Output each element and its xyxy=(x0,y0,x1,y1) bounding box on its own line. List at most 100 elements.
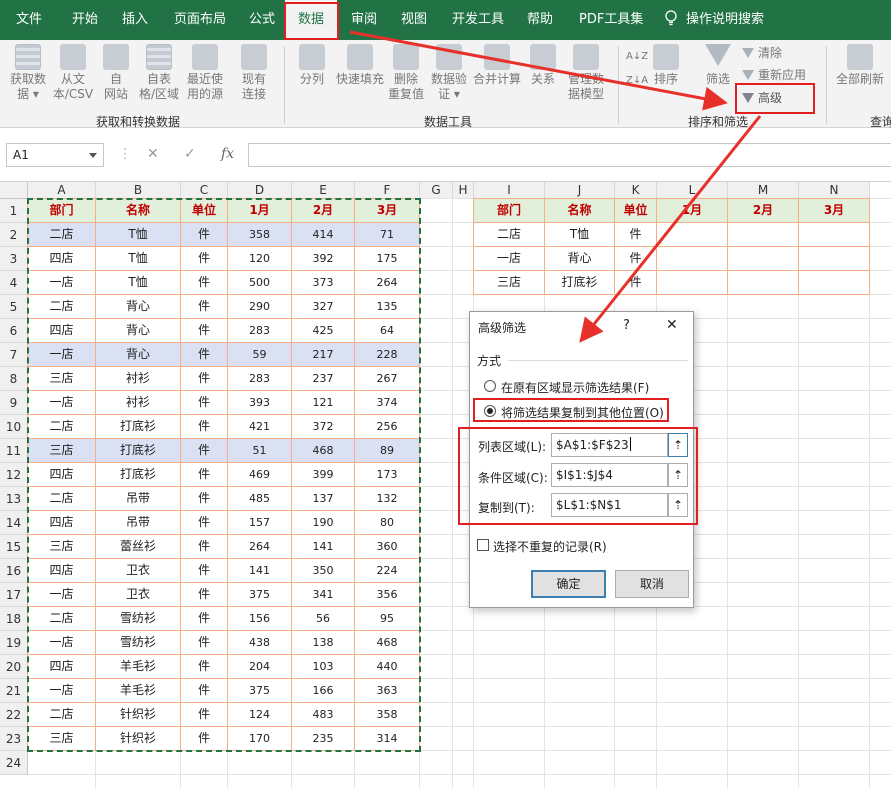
table-header-cell[interactable]: 2月 xyxy=(728,199,798,222)
tab-help[interactable]: 帮助 xyxy=(527,0,553,40)
tab-review[interactable]: 审阅 xyxy=(351,0,377,40)
refresh-all-button[interactable]: 全部刷新 xyxy=(832,44,888,87)
row-header[interactable]: 19 xyxy=(0,631,28,655)
tell-me-search[interactable]: 操作说明搜索 xyxy=(664,0,764,40)
from-table-button[interactable]: 自表 格/区域 xyxy=(136,44,182,102)
cancel-formula-icon[interactable]: ✕ xyxy=(147,146,159,162)
row-header[interactable]: 13 xyxy=(0,487,28,511)
table-cell[interactable]: 件 xyxy=(615,247,656,270)
row-header[interactable]: 4 xyxy=(0,271,28,295)
data-validation-button[interactable]: 数据验 证 ▾ xyxy=(428,44,470,102)
row-header[interactable]: 8 xyxy=(0,367,28,391)
table-cell[interactable]: 件 xyxy=(615,271,656,294)
column-header[interactable]: N xyxy=(799,182,870,199)
row-header[interactable]: 20 xyxy=(0,655,28,679)
worksheet-grid[interactable]: ABCDEFGHIJKLMN 1 2 3 4 5 6 7 8 9 10 11 12 13 14 15 16 17… xyxy=(0,182,891,788)
tab-formulas[interactable]: 公式 xyxy=(249,0,275,40)
chevron-down-icon[interactable] xyxy=(89,153,97,158)
insert-function-icon[interactable]: fx xyxy=(221,146,234,162)
tab-insert[interactable]: 插入 xyxy=(122,0,148,40)
tab-data[interactable]: 数据 xyxy=(285,0,337,40)
close-icon[interactable]: ✕ xyxy=(666,317,678,333)
row-header[interactable]: 18 xyxy=(0,607,28,631)
table-header-cell[interactable]: 1月 xyxy=(657,199,727,222)
tab-home[interactable]: 开始 xyxy=(72,0,98,40)
criteria-range-input[interactable]: $I$1:$J$4 xyxy=(551,463,668,487)
copy-to-input[interactable]: $L$1:$N$1 xyxy=(551,493,668,517)
column-header[interactable]: A xyxy=(28,182,96,199)
sort-za-button[interactable]: Z↓A xyxy=(626,74,648,87)
reapply-button[interactable]: 重新应用 xyxy=(742,66,806,83)
row-header[interactable]: 12 xyxy=(0,463,28,487)
column-header[interactable]: I xyxy=(474,182,545,199)
sort-button[interactable]: 排序 xyxy=(648,44,684,87)
row-header[interactable]: 7 xyxy=(0,343,28,367)
tab-view[interactable]: 视图 xyxy=(401,0,427,40)
table-header-cell[interactable]: 3月 xyxy=(799,199,869,222)
row-header[interactable]: 10 xyxy=(0,415,28,439)
enter-formula-icon[interactable]: ✓ xyxy=(184,146,196,162)
copy-to-collapse-button[interactable]: ⇡ xyxy=(668,493,688,517)
name-box[interactable]: A1 xyxy=(6,143,104,167)
row-header[interactable]: 23 xyxy=(0,727,28,751)
manage-data-model-button[interactable]: 管理数 据模型 xyxy=(564,44,608,102)
row-header[interactable]: 16 xyxy=(0,559,28,583)
table-cell[interactable] xyxy=(657,247,727,270)
column-header[interactable]: F xyxy=(355,182,420,199)
table-cell[interactable]: 背心 xyxy=(545,247,614,270)
radio-filter-in-place[interactable]: 在原有区域显示筛选结果(F) xyxy=(484,378,684,396)
advanced-filter-button[interactable]: 高级 xyxy=(742,89,782,106)
row-header[interactable]: 24 xyxy=(0,751,28,775)
row-header[interactable]: 9 xyxy=(0,391,28,415)
table-header-cell[interactable]: 部门 xyxy=(474,199,544,222)
radio-button[interactable] xyxy=(484,405,496,417)
row-header[interactable]: 17 xyxy=(0,583,28,607)
row-header[interactable]: 15 xyxy=(0,535,28,559)
table-cell[interactable]: 三店 xyxy=(474,271,544,294)
tab-file[interactable]: 文件 xyxy=(16,0,42,40)
criteria-range-collapse-button[interactable]: ⇡ xyxy=(668,463,688,487)
table-cell[interactable] xyxy=(799,271,869,294)
table-cell[interactable]: 一店 xyxy=(474,247,544,270)
radio-copy-to-location[interactable]: 将筛选结果复制到其他位置(O) xyxy=(484,402,684,420)
column-header[interactable]: J xyxy=(545,182,615,199)
row-header[interactable]: 21 xyxy=(0,679,28,703)
row-header[interactable]: 2 xyxy=(0,223,28,247)
column-header[interactable]: K xyxy=(615,182,657,199)
sort-az-button[interactable]: A↓Z xyxy=(626,50,648,63)
column-header[interactable]: H xyxy=(453,182,474,199)
help-button[interactable]: ? xyxy=(623,318,630,333)
table-header-cell[interactable]: 名称 xyxy=(545,199,614,222)
table-cell[interactable]: 二店 xyxy=(474,223,544,246)
tab-page-layout[interactable]: 页面布局 xyxy=(174,0,226,40)
table-header-cell[interactable]: 单位 xyxy=(615,199,656,222)
tab-pdf-tools[interactable]: PDF工具集 xyxy=(579,0,643,40)
column-header[interactable]: B xyxy=(96,182,181,199)
row-header[interactable]: 5 xyxy=(0,295,28,319)
formula-input[interactable] xyxy=(248,143,891,167)
existing-connections-button[interactable]: 现有 连接 xyxy=(236,44,272,102)
text-to-columns-button[interactable]: 分列 xyxy=(292,44,332,87)
table-cell[interactable] xyxy=(728,271,798,294)
row-header[interactable]: 14 xyxy=(0,511,28,535)
table-cell[interactable] xyxy=(728,223,798,246)
select-all-corner[interactable] xyxy=(0,182,28,199)
list-range-input[interactable]: $A$1:$F$23 xyxy=(551,433,668,457)
table-cell[interactable] xyxy=(657,223,727,246)
column-header[interactable]: G xyxy=(420,182,453,199)
from-web-button[interactable]: 自 网站 xyxy=(98,44,134,102)
row-header[interactable]: 11 xyxy=(0,439,28,463)
ok-button[interactable]: 确定 xyxy=(531,570,606,598)
relationships-button[interactable]: 关系 xyxy=(526,44,560,87)
row-header[interactable]: 1 xyxy=(0,199,28,223)
table-cell[interactable] xyxy=(657,271,727,294)
row-header[interactable]: 22 xyxy=(0,703,28,727)
column-header[interactable]: D xyxy=(228,182,292,199)
row-header[interactable]: 3 xyxy=(0,247,28,271)
checkbox[interactable] xyxy=(477,539,489,551)
table-cell[interactable]: 件 xyxy=(615,223,656,246)
column-header[interactable]: M xyxy=(728,182,799,199)
get-data-button[interactable]: 获取数 据 ▾ xyxy=(6,44,50,102)
row-header[interactable]: 6 xyxy=(0,319,28,343)
consolidate-button[interactable]: 合并计算 xyxy=(470,44,524,87)
